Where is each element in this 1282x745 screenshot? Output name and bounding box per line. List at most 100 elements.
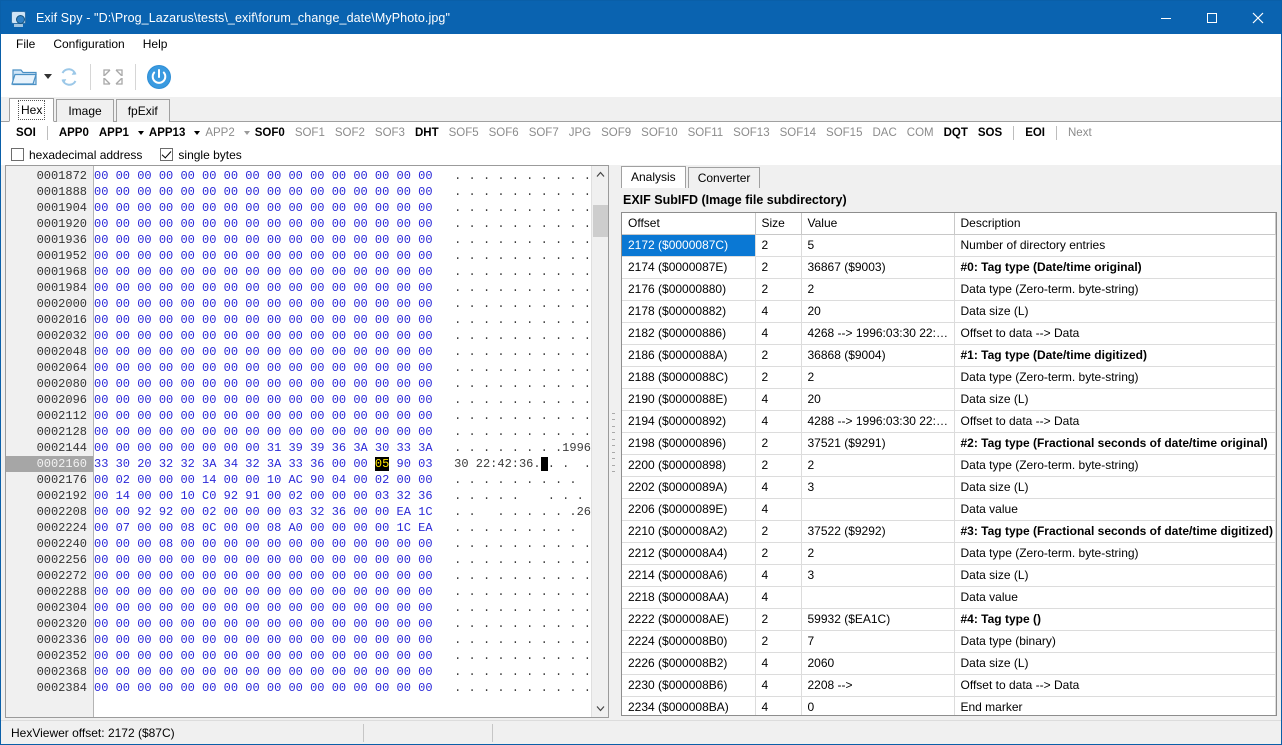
hex-byte[interactable]: 08 <box>267 521 281 535</box>
hex-byte[interactable]: 00 <box>224 329 238 343</box>
menu-item-help[interactable]: Help <box>134 35 177 54</box>
hex-byte[interactable]: 00 <box>224 169 238 183</box>
hex-byte[interactable]: 36 <box>310 457 324 471</box>
hex-byte[interactable]: 00 <box>332 617 346 631</box>
hex-byte[interactable]: 00 <box>310 553 324 567</box>
hex-byte[interactable]: 00 <box>137 521 151 535</box>
hex-row[interactable]: 00 00 00 00 00 00 00 00 00 00 00 00 00 0… <box>94 616 591 632</box>
hex-byte[interactable]: 00 <box>332 185 346 199</box>
hex-byte[interactable]: 00 <box>202 169 216 183</box>
hex-row[interactable]: 00 00 00 00 00 00 00 00 00 00 00 00 00 0… <box>94 184 591 200</box>
hex-ascii[interactable]: . . . . . . . . . . . . . . . . <box>454 233 591 247</box>
hex-byte[interactable]: 36 <box>418 489 432 503</box>
hex-byte[interactable]: 00 <box>310 185 324 199</box>
hex-byte[interactable]: 00 <box>310 649 324 663</box>
hex-byte[interactable]: 00 <box>288 185 302 199</box>
hex-byte[interactable]: 00 <box>224 233 238 247</box>
hex-byte[interactable]: 00 <box>288 201 302 215</box>
hex-byte[interactable]: 00 <box>288 345 302 359</box>
hex-byte[interactable]: 00 <box>332 377 346 391</box>
hex-byte[interactable]: 00 <box>159 377 173 391</box>
hex-byte[interactable]: 00 <box>375 377 389 391</box>
hex-byte[interactable]: 00 <box>375 217 389 231</box>
hex-byte[interactable]: 00 <box>159 521 173 535</box>
analysis-grid-wrapper[interactable]: Offset Size Value Description 2172 ($000… <box>621 212 1277 716</box>
hex-byte[interactable]: 00 <box>202 217 216 231</box>
hex-byte[interactable]: 00 <box>224 633 238 647</box>
hex-byte[interactable]: 00 <box>375 665 389 679</box>
hex-byte[interactable]: 00 <box>159 601 173 615</box>
hex-byte[interactable]: 00 <box>353 665 367 679</box>
hex-byte[interactable]: 00 <box>397 649 411 663</box>
hex-byte[interactable]: 00 <box>202 665 216 679</box>
hex-byte[interactable]: 00 <box>116 393 130 407</box>
marker-app13[interactable]: APP13 <box>144 127 190 139</box>
hex-byte[interactable]: 00 <box>375 201 389 215</box>
table-row[interactable]: 2176 ($00000880) 2 2 Data type (Zero-term. … <box>622 278 1276 301</box>
hex-byte[interactable]: 00 <box>224 425 238 439</box>
hex-byte[interactable]: 00 <box>116 441 130 455</box>
table-row[interactable]: 2182 ($00000886) 4 4268 --> 1996:03:30 22:… <box>622 322 1276 345</box>
hex-byte[interactable]: 00 <box>310 393 324 407</box>
marker-dht[interactable]: DHT <box>410 127 444 139</box>
hex-byte[interactable]: C0 <box>202 489 216 503</box>
hex-byte[interactable]: 00 <box>116 537 130 551</box>
hex-byte[interactable]: 00 <box>159 281 173 295</box>
hex-byte[interactable]: 00 <box>375 169 389 183</box>
hex-byte[interactable]: 00 <box>180 473 194 487</box>
hex-byte[interactable]: 00 <box>375 553 389 567</box>
hex-byte[interactable]: 00 <box>137 409 151 423</box>
hex-byte[interactable]: 00 <box>202 201 216 215</box>
hex-byte[interactable]: 00 <box>159 185 173 199</box>
hex-byte[interactable]: 00 <box>116 329 130 343</box>
hex-ascii[interactable]: . . . . . . . . . . . . . . . . <box>454 393 591 407</box>
hex-byte[interactable]: 00 <box>267 361 281 375</box>
hex-byte[interactable]: 00 <box>180 633 194 647</box>
hex-byte[interactable]: 00 <box>94 489 108 503</box>
hex-byte[interactable]: 00 <box>288 585 302 599</box>
minimize-icon[interactable] <box>1143 1 1189 34</box>
hex-byte[interactable]: 00 <box>224 393 238 407</box>
hex-byte[interactable]: 00 <box>267 345 281 359</box>
hex-byte[interactable]: 00 <box>375 649 389 663</box>
hex-byte[interactable]: 00 <box>202 537 216 551</box>
hex-byte[interactable]: 00 <box>116 633 130 647</box>
hex-byte[interactable]: 00 <box>375 409 389 423</box>
hex-byte[interactable]: 00 <box>267 265 281 279</box>
hex-byte[interactable]: 08 <box>159 537 173 551</box>
hex-byte[interactable]: 00 <box>159 169 173 183</box>
hex-byte[interactable]: 36 <box>332 441 346 455</box>
hex-byte[interactable]: 00 <box>353 233 367 247</box>
hex-byte[interactable]: 00 <box>94 441 108 455</box>
hex-byte[interactable]: 00 <box>310 601 324 615</box>
hex-byte[interactable]: 00 <box>224 249 238 263</box>
hex-byte[interactable]: 00 <box>116 505 130 519</box>
hex-byte[interactable]: 00 <box>397 185 411 199</box>
hex-byte[interactable]: 00 <box>159 329 173 343</box>
hex-byte[interactable]: 00 <box>332 585 346 599</box>
hex-byte[interactable]: 00 <box>267 201 281 215</box>
hex-byte[interactable]: 00 <box>137 313 151 327</box>
hex-byte[interactable]: 00 <box>332 649 346 663</box>
hex-byte[interactable]: 14 <box>116 489 130 503</box>
hex-byte[interactable]: 00 <box>245 361 259 375</box>
hex-byte[interactable]: 00 <box>224 537 238 551</box>
hex-byte[interactable]: 00 <box>94 521 108 535</box>
hex-byte[interactable]: 00 <box>137 297 151 311</box>
hex-byte[interactable]: 00 <box>94 649 108 663</box>
hex-byte[interactable]: 00 <box>418 617 432 631</box>
hex-byte[interactable]: 33 <box>288 457 302 471</box>
hex-byte[interactable]: EA <box>397 505 411 519</box>
single-bytes-checkbox[interactable]: single bytes <box>160 148 242 162</box>
hex-byte[interactable]: 00 <box>180 505 194 519</box>
hex-ascii[interactable]: . . . . . . . . . . . . . . . . <box>454 329 591 343</box>
hex-byte[interactable]: 00 <box>397 537 411 551</box>
hex-byte[interactable]: 00 <box>245 681 259 695</box>
hex-byte[interactable]: 00 <box>137 585 151 599</box>
hex-byte[interactable]: 00 <box>332 297 346 311</box>
hex-byte[interactable]: 00 <box>137 185 151 199</box>
hex-byte[interactable]: 00 <box>353 649 367 663</box>
hex-byte[interactable]: 00 <box>418 473 432 487</box>
hex-byte[interactable]: 3A <box>353 441 367 455</box>
hex-byte[interactable]: 00 <box>288 233 302 247</box>
